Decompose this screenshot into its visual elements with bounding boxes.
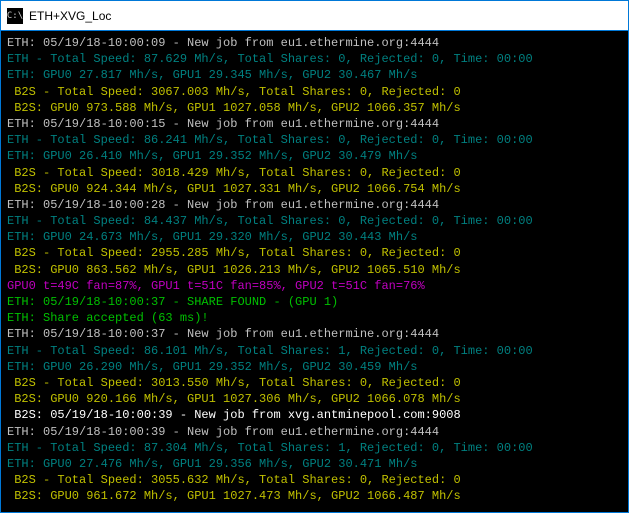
terminal-line: B2S - Total Speed: 3055.632 Mh/s, Total … [7, 472, 622, 488]
terminal-line: B2S - Total Speed: 3013.550 Mh/s, Total … [7, 375, 622, 391]
terminal-output[interactable]: ETH: 05/19/18-10:00:09 - New job from eu… [1, 31, 628, 512]
terminal-line: ETH: 05/19/18-10:00:15 - New job from eu… [7, 116, 622, 132]
terminal-line: ETH: GPU0 26.410 Mh/s, GPU1 29.352 Mh/s,… [7, 148, 622, 164]
cmd-icon: C:\ [7, 8, 23, 24]
terminal-line: ETH: Share accepted (63 ms)! [7, 310, 622, 326]
terminal-line: B2S: 05/19/18-10:00:39 - New job from xv… [7, 407, 622, 423]
terminal-line: ETH: 05/19/18-10:00:37 - SHARE FOUND - (… [7, 294, 622, 310]
terminal-line: B2S: GPU0 961.672 Mh/s, GPU1 1027.473 Mh… [7, 488, 622, 504]
terminal-line: B2S - Total Speed: 3018.429 Mh/s, Total … [7, 165, 622, 181]
terminal-line: B2S - Total Speed: 3067.003 Mh/s, Total … [7, 84, 622, 100]
terminal-line: ETH - Total Speed: 87.304 Mh/s, Total Sh… [7, 440, 622, 456]
terminal-line: GPU0 t=49C fan=87%, GPU1 t=51C fan=85%, … [7, 278, 622, 294]
terminal-line: ETH - Total Speed: 84.437 Mh/s, Total Sh… [7, 213, 622, 229]
terminal-line: ETH: 05/19/18-10:00:37 - New job from eu… [7, 326, 622, 342]
terminal-line: ETH: 05/19/18-10:00:09 - New job from eu… [7, 35, 622, 51]
terminal-line: ETH: GPU0 24.673 Mh/s, GPU1 29.320 Mh/s,… [7, 229, 622, 245]
terminal-line: ETH: GPU0 26.290 Mh/s, GPU1 29.352 Mh/s,… [7, 359, 622, 375]
cmd-icon-glyph: C:\ [7, 11, 23, 21]
terminal-line: ETH: GPU0 27.476 Mh/s, GPU1 29.356 Mh/s,… [7, 456, 622, 472]
terminal-line: B2S: GPU0 863.562 Mh/s, GPU1 1026.213 Mh… [7, 262, 622, 278]
window-title: ETH+XVG_Loc [29, 9, 111, 23]
terminal-line: ETH: GPU0 27.817 Mh/s, GPU1 29.345 Mh/s,… [7, 67, 622, 83]
terminal-line: B2S: GPU0 924.344 Mh/s, GPU1 1027.331 Mh… [7, 181, 622, 197]
terminal-line: B2S: GPU0 920.166 Mh/s, GPU1 1027.306 Mh… [7, 391, 622, 407]
terminal-line: ETH - Total Speed: 87.629 Mh/s, Total Sh… [7, 51, 622, 67]
terminal-line: ETH: 05/19/18-10:00:28 - New job from eu… [7, 197, 622, 213]
terminal-line: ETH: 05/19/18-10:00:39 - New job from eu… [7, 424, 622, 440]
titlebar[interactable]: C:\ ETH+XVG_Loc [1, 1, 628, 31]
terminal-line: B2S: GPU0 973.588 Mh/s, GPU1 1027.058 Mh… [7, 100, 622, 116]
terminal-line: ETH - Total Speed: 86.241 Mh/s, Total Sh… [7, 132, 622, 148]
terminal-window: C:\ ETH+XVG_Loc ETH: 05/19/18-10:00:09 -… [0, 0, 629, 513]
terminal-line: B2S - Total Speed: 2955.285 Mh/s, Total … [7, 245, 622, 261]
terminal-line: ETH - Total Speed: 86.101 Mh/s, Total Sh… [7, 343, 622, 359]
